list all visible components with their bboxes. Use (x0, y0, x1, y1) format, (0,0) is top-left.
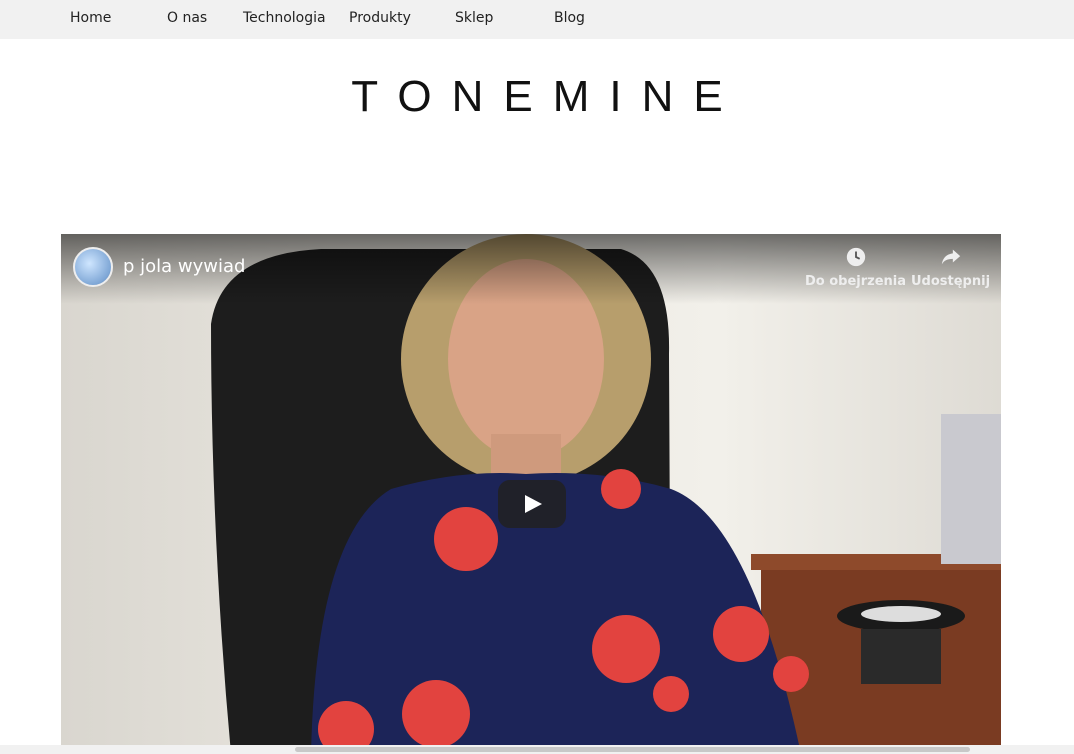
clock-icon (846, 247, 865, 267)
nav-item-blog[interactable]: Blog (554, 10, 585, 26)
horizontal-scrollbar[interactable] (0, 745, 1074, 754)
share-arrow-icon (941, 249, 960, 265)
top-navigation: Home O nas Technologia Produkty Sklep Bl… (0, 0, 1074, 39)
nav-item-home[interactable]: Home (70, 10, 111, 26)
scrollbar-thumb[interactable] (295, 747, 970, 752)
nav-item-o-nas[interactable]: O nas (167, 10, 207, 26)
nav-item-technologia[interactable]: Technologia (243, 10, 326, 26)
video-title[interactable]: p jola wywiad (123, 256, 245, 277)
nav-item-sklep[interactable]: Sklep (455, 10, 493, 26)
play-icon[interactable] (498, 480, 566, 528)
share-button[interactable]: Udostępnij (911, 246, 990, 289)
watch-later-label: Do obejrzenia (805, 274, 907, 289)
dice-avatar-icon[interactable] (73, 247, 113, 287)
embedded-video-player[interactable]: p jola wywiad Do obejrzenia Udostępnij (61, 234, 1001, 754)
nav-item-produkty[interactable]: Produkty (349, 10, 411, 26)
watch-later-button[interactable]: Do obejrzenia (805, 246, 906, 289)
brand-logo[interactable]: TONEMINE (0, 72, 1074, 122)
share-label: Udostępnij (911, 274, 991, 289)
